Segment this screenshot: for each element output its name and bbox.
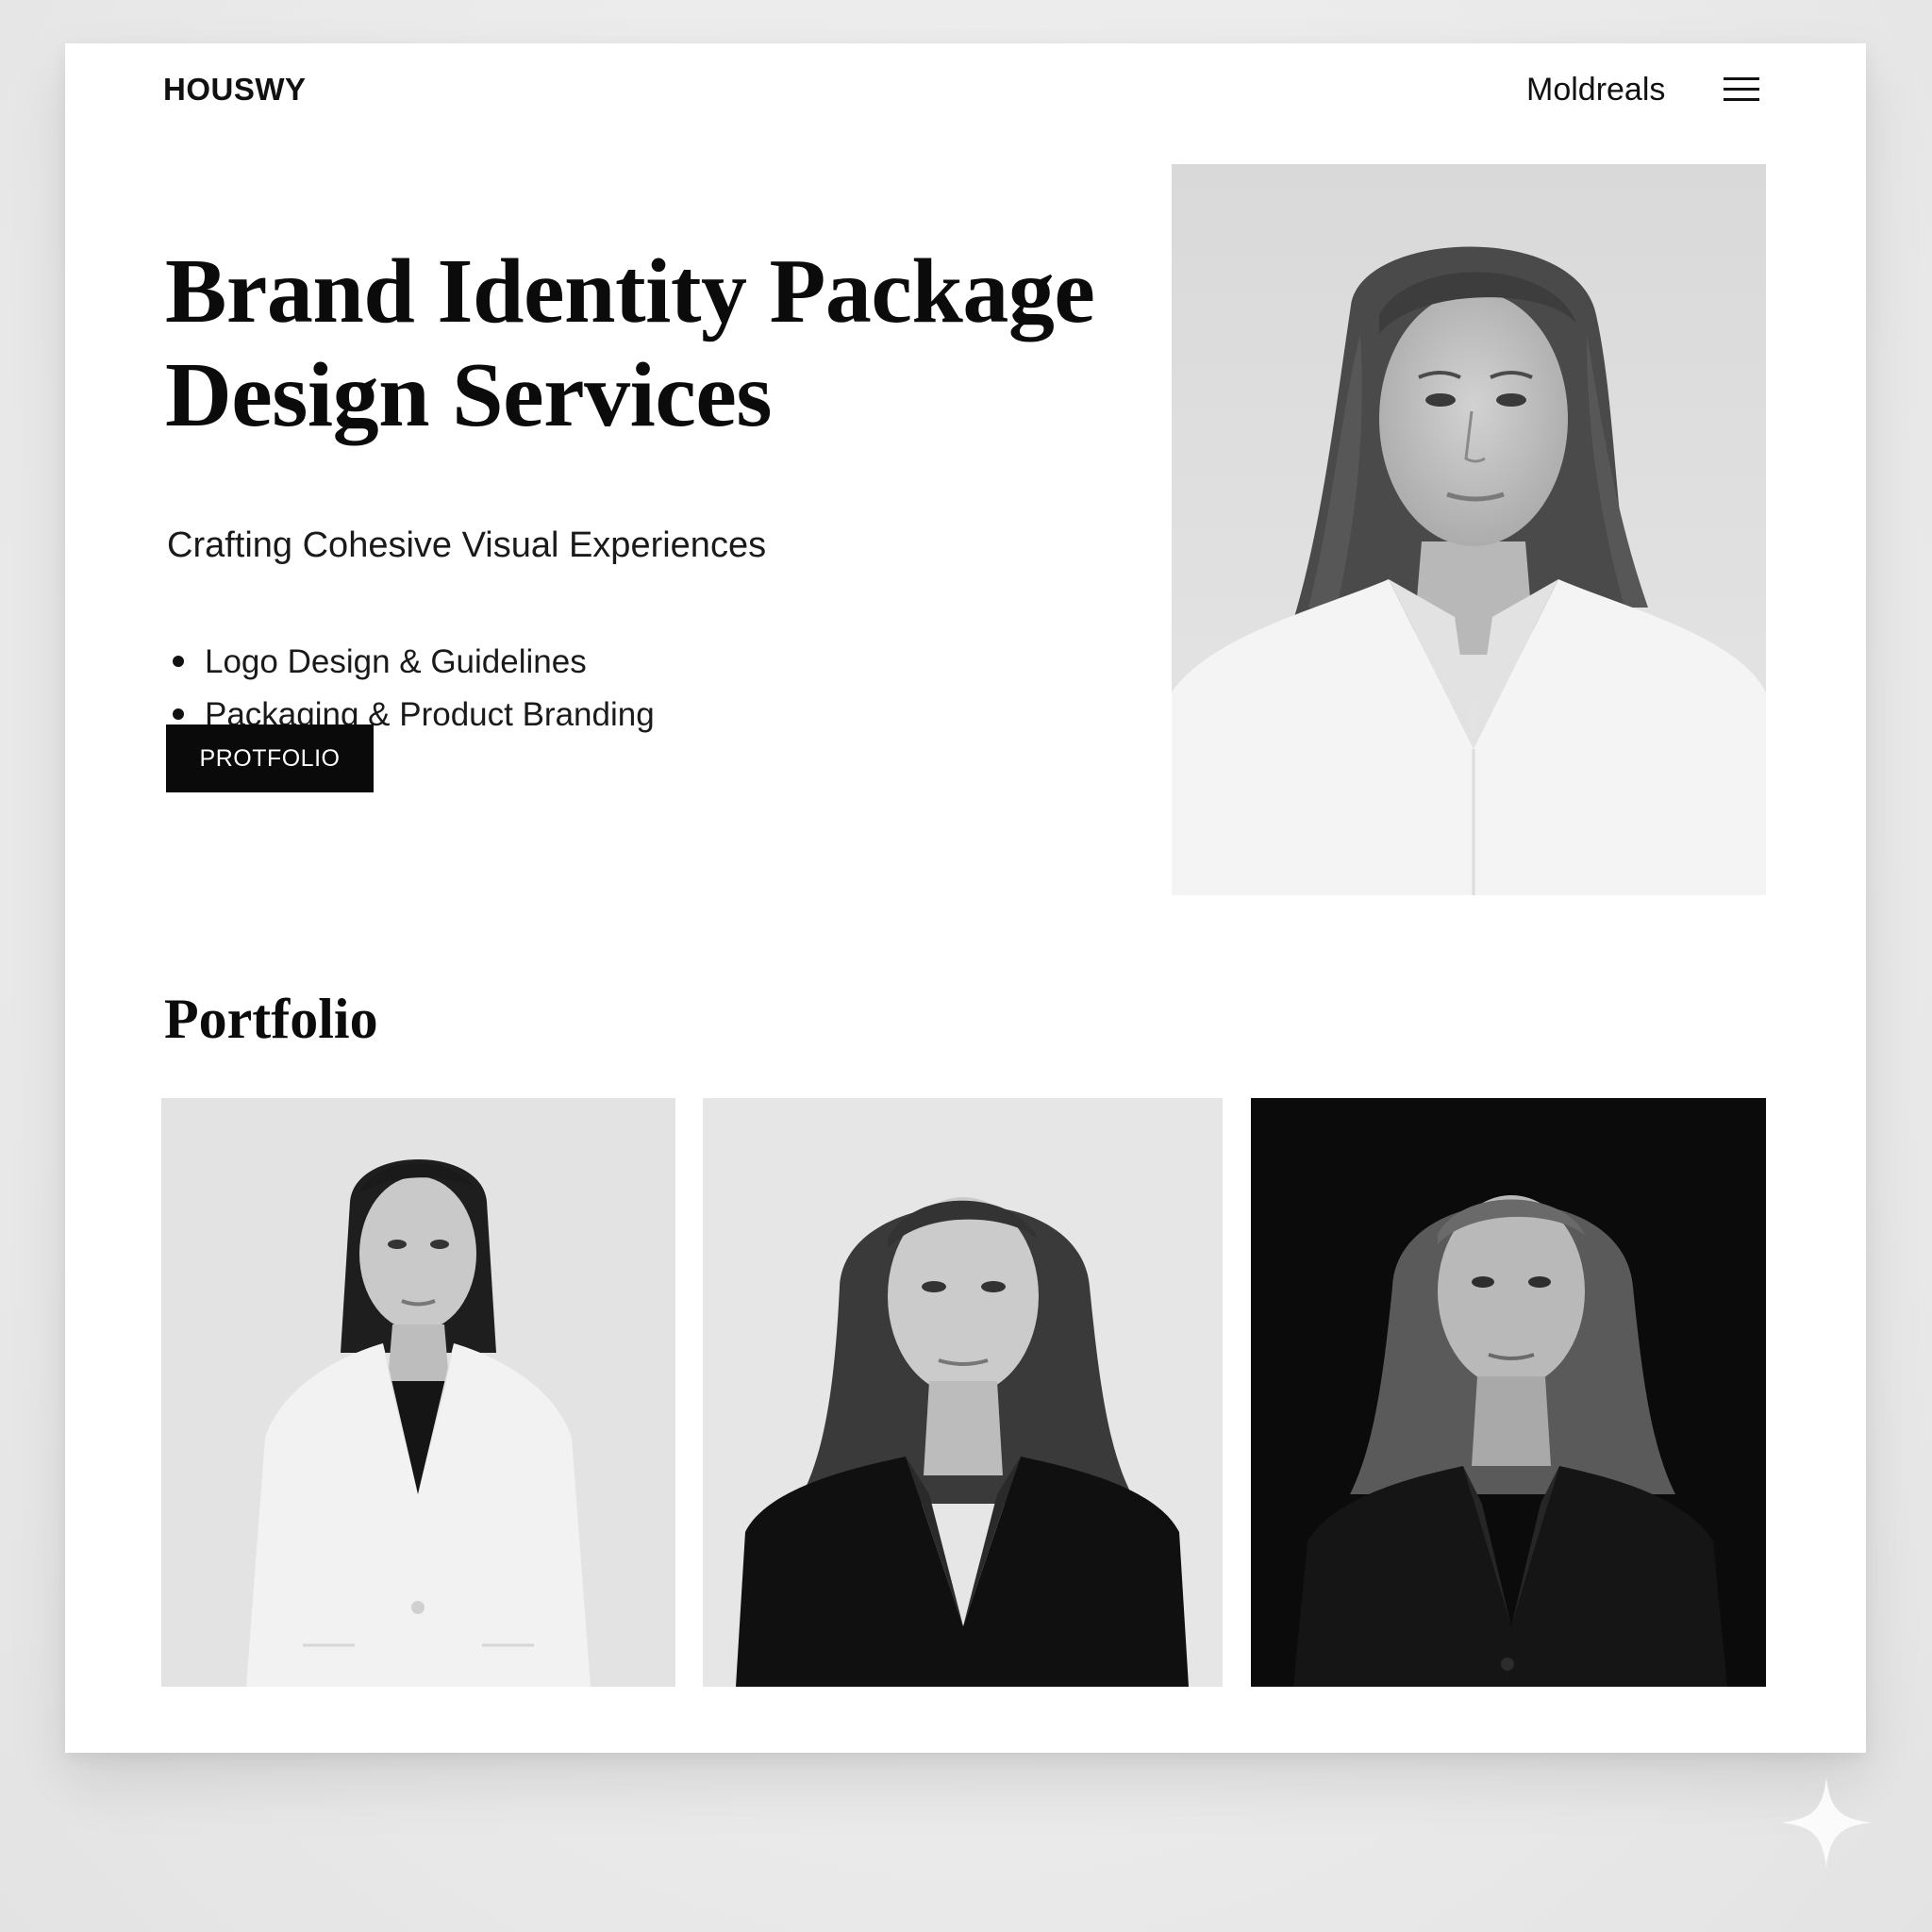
menu-bar — [1724, 98, 1759, 101]
page-card: HOUSWY Moldreals Brand Identity Package … — [65, 43, 1866, 1753]
site-logo[interactable]: HOUSWY — [163, 72, 307, 108]
hero-title: Brand Identity Package Design Services — [165, 240, 1184, 447]
sparkle-icon — [1781, 1777, 1872, 1868]
hero-subtitle: Crafting Cohesive Visual Experiences — [167, 525, 767, 565]
nav-link[interactable]: Moldreals — [1526, 72, 1665, 108]
portfolio-heading: Portfolio — [164, 988, 378, 1050]
portfolio-button[interactable]: PROTFOLIO — [166, 724, 374, 792]
hero-title-line: Brand Identity Package — [165, 241, 1095, 342]
portfolio-image-black-blazer[interactable] — [703, 1098, 1223, 1687]
menu-bar — [1724, 88, 1759, 91]
hero-portrait-image — [1172, 164, 1766, 895]
feature-item: Logo Design & Guidelines — [167, 636, 655, 689]
bullet-icon — [173, 656, 184, 667]
portfolio-image-white-blazer[interactable] — [161, 1098, 675, 1687]
bullet-icon — [173, 708, 184, 720]
hero-title-line: Design Services — [165, 344, 773, 446]
hamburger-menu-icon[interactable] — [1724, 74, 1759, 104]
portfolio-image-dark-background[interactable] — [1251, 1098, 1766, 1687]
menu-bar — [1724, 77, 1759, 80]
feature-label: Logo Design & Guidelines — [205, 643, 587, 680]
